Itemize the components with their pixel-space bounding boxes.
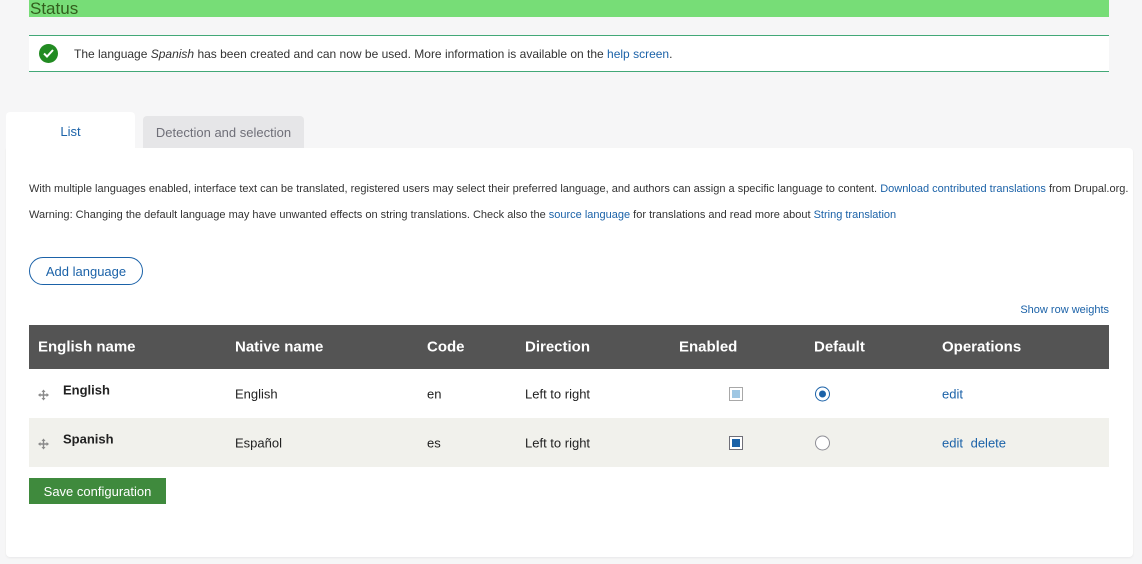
header-code: Code: [427, 338, 465, 356]
direction: Left to right: [525, 435, 591, 450]
header-native-name: Native name: [235, 338, 324, 356]
enabled-checkbox[interactable]: [729, 435, 743, 450]
header-direction: Direction: [525, 338, 591, 356]
table-row: English English en Left to right edit: [29, 369, 1109, 418]
save-configuration-button[interactable]: Save configuration: [29, 478, 166, 504]
download-translations-link[interactable]: Download contributed translations: [880, 183, 1046, 195]
direction: Left to right: [525, 386, 591, 401]
enabled-checkbox[interactable]: [729, 386, 743, 401]
delete-link[interactable]: delete: [971, 435, 1006, 450]
english-name: English: [63, 382, 110, 398]
table-header: English name Native name Code Direction …: [29, 325, 1109, 369]
header-operations: Operations: [942, 338, 1022, 356]
language-code: es: [427, 435, 441, 450]
status-heading: Status: [29, 0, 1109, 17]
operations: edit delete: [942, 435, 1006, 450]
header-enabled: Enabled: [679, 338, 738, 356]
help-screen-link[interactable]: help screen: [607, 47, 669, 61]
header-default: Default: [814, 338, 865, 356]
english-name: Spanish: [63, 431, 114, 447]
tab-detection-and-selection[interactable]: Detection and selection: [143, 116, 304, 149]
description-text: With multiple languages enabled, interfa…: [29, 183, 1129, 195]
drag-handle-icon[interactable]: [38, 437, 49, 449]
languages-table: English name Native name Code Direction …: [29, 325, 1109, 467]
native-name: Español: [235, 435, 282, 450]
default-radio[interactable]: [815, 386, 830, 401]
add-language-button[interactable]: Add language: [29, 257, 143, 285]
source-language-link[interactable]: source language: [549, 209, 630, 221]
operations: edit: [942, 386, 963, 401]
warning-text: Warning: Changing the default language m…: [29, 209, 897, 221]
header-english-name: English name: [38, 338, 136, 356]
native-name: English: [235, 386, 278, 401]
status-message: The language Spanish has been created an…: [29, 35, 1109, 72]
default-radio[interactable]: [815, 435, 830, 450]
edit-link[interactable]: edit: [942, 435, 963, 450]
status-text: The language Spanish has been created an…: [74, 46, 673, 61]
string-translation-link[interactable]: String translation: [814, 209, 897, 221]
tab-list[interactable]: List: [6, 112, 135, 150]
edit-link[interactable]: edit: [942, 386, 963, 401]
language-code: en: [427, 386, 442, 401]
drag-handle-icon[interactable]: [38, 388, 49, 400]
language-list-panel: With multiple languages enabled, interfa…: [6, 148, 1133, 557]
show-row-weights-link[interactable]: Show row weights: [1020, 304, 1109, 316]
check-icon: [39, 44, 58, 63]
table-row: Spanish Español es Left to right edit de…: [29, 418, 1109, 467]
